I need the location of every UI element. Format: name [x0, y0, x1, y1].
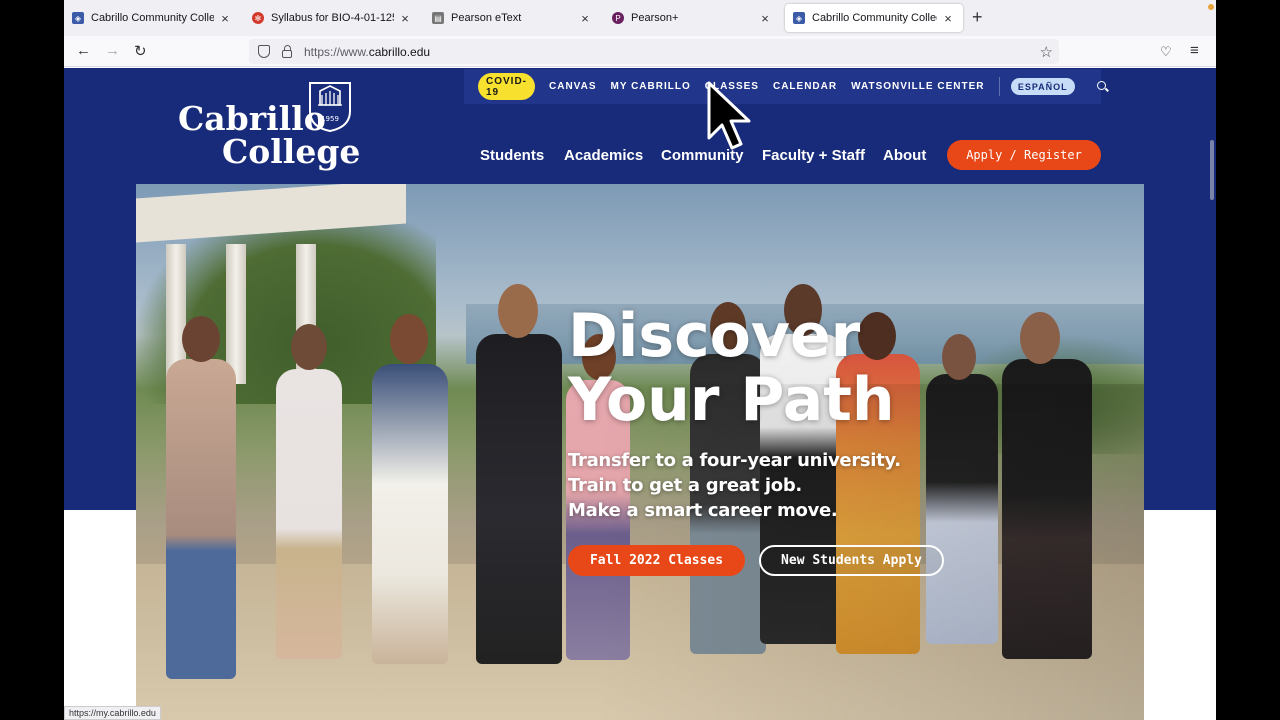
browser-window: ◈ Cabrillo Community College - B × ✻ Syl… — [64, 0, 1216, 720]
close-tab-icon[interactable]: × — [218, 11, 232, 26]
hero-sub-line-1: Transfer to a four-year university. — [568, 450, 901, 471]
close-tab-icon[interactable]: × — [941, 11, 955, 26]
hero-sub-line-2: Train to get a great job. — [568, 475, 802, 496]
url-text[interactable]: https://www.cabrillo.edu — [304, 45, 430, 59]
person-head — [291, 324, 327, 370]
etext-favicon-icon: ▤ — [432, 12, 444, 24]
scrollbar-thumb[interactable] — [1210, 140, 1214, 200]
person-figure — [476, 334, 562, 664]
tab-cabrillo-1[interactable]: ◈ Cabrillo Community College - B × — [64, 4, 240, 32]
tab-title: Cabrillo Community College - B — [812, 12, 937, 24]
fall-classes-button[interactable]: Fall 2022 Classes — [568, 545, 745, 576]
hamburger-menu-icon[interactable]: ≡ — [1190, 42, 1199, 59]
web-page: COVID-19 CANVAS MY CABRILLO CLASSES CALE… — [64, 68, 1216, 720]
person-head — [942, 334, 976, 380]
search-icon[interactable] — [1096, 80, 1107, 93]
tab-title: Pearson+ — [631, 12, 679, 24]
person-head — [1020, 312, 1060, 364]
apply-register-button[interactable]: Apply / Register — [947, 140, 1101, 170]
cabrillo-favicon-icon: ◈ — [793, 12, 805, 24]
util-link-my-cabrillo[interactable]: MY CABRILLO — [610, 81, 690, 92]
seal-year: 1959 — [321, 115, 339, 123]
espanol-button[interactable]: ESPAÑOL — [1010, 78, 1075, 95]
college-seal-icon: 1959 — [309, 82, 351, 133]
person-head — [182, 316, 220, 362]
covid-button[interactable]: COVID-19 — [478, 73, 535, 100]
close-tab-icon[interactable]: × — [398, 11, 412, 26]
bookmark-star-icon[interactable]: ☆ — [1040, 43, 1053, 61]
tab-title: Cabrillo Community College - B — [91, 12, 214, 24]
mouse-cursor-icon — [707, 81, 751, 150]
person-head — [498, 284, 538, 338]
person-head — [390, 314, 428, 364]
utility-nav: COVID-19 CANVAS MY CABRILLO CLASSES CALE… — [464, 69, 1107, 104]
navigation-bar: ← → ↻ https://www.cabrillo.edu ☆ ♡ ≡ — [64, 36, 1216, 67]
tab-cabrillo-active[interactable]: ◈ Cabrillo Community College - B × — [785, 4, 963, 32]
person-figure — [166, 359, 236, 679]
hero-heading: Discover Your Path — [568, 304, 895, 432]
canvas-favicon-icon: ✻ — [252, 12, 264, 24]
cabrillo-favicon-icon: ◈ — [72, 12, 84, 24]
recording-indicator-icon — [1208, 4, 1214, 10]
nav-students[interactable]: Students — [480, 147, 544, 164]
back-arrow-icon[interactable]: ← — [76, 42, 91, 59]
logo-line-2: College — [222, 132, 361, 171]
url-bar[interactable]: https://www.cabrillo.edu ☆ — [249, 39, 1059, 64]
pearson-favicon-icon: P — [612, 12, 624, 24]
close-tab-icon[interactable]: × — [578, 11, 592, 26]
url-prefix: https://www. — [304, 44, 369, 59]
close-tab-icon[interactable]: × — [758, 11, 772, 26]
tab-title: Syllabus for BIO-4-01-125020 - — [271, 12, 394, 24]
nav-about[interactable]: About — [883, 147, 926, 164]
forward-arrow-icon[interactable]: → — [105, 42, 120, 59]
util-link-watsonville[interactable]: WATSONVILLE CENTER — [851, 81, 984, 92]
util-link-canvas[interactable]: CANVAS — [549, 81, 596, 92]
new-tab-icon[interactable]: + — [972, 7, 983, 28]
tab-pearson-plus[interactable]: P Pearson+ × — [604, 4, 780, 32]
nav-academics[interactable]: Academics — [564, 147, 643, 164]
person-figure — [372, 364, 448, 664]
tab-syllabus[interactable]: ✻ Syllabus for BIO-4-01-125020 - × — [244, 4, 420, 32]
person-figure — [276, 369, 342, 659]
hero-sub-line-3: Make a smart career move. — [568, 500, 838, 521]
hero-subtext: Transfer to a four-year university. Trai… — [568, 448, 901, 523]
url-domain: cabrillo.edu — [368, 44, 431, 59]
tracking-shield-icon[interactable] — [258, 45, 270, 58]
hero-heading-line-2: Your Path — [568, 365, 895, 435]
link-status-bar: https://my.cabrillo.edu — [64, 706, 161, 720]
util-link-calendar[interactable]: CALENDAR — [773, 81, 837, 92]
tab-pearson-etext[interactable]: ▤ Pearson eText × — [424, 4, 600, 32]
pocket-icon[interactable]: ♡ — [1160, 44, 1172, 60]
reload-icon[interactable]: ↻ — [134, 42, 147, 60]
hero-heading-line-1: Discover — [568, 301, 861, 371]
lock-icon[interactable] — [282, 44, 292, 58]
nav-faculty-staff[interactable]: Faculty + Staff — [762, 147, 865, 164]
tab-strip: ◈ Cabrillo Community College - B × ✻ Syl… — [64, 0, 1216, 36]
tab-title: Pearson eText — [451, 12, 522, 24]
new-students-apply-button[interactable]: New Students Apply — [759, 545, 944, 576]
